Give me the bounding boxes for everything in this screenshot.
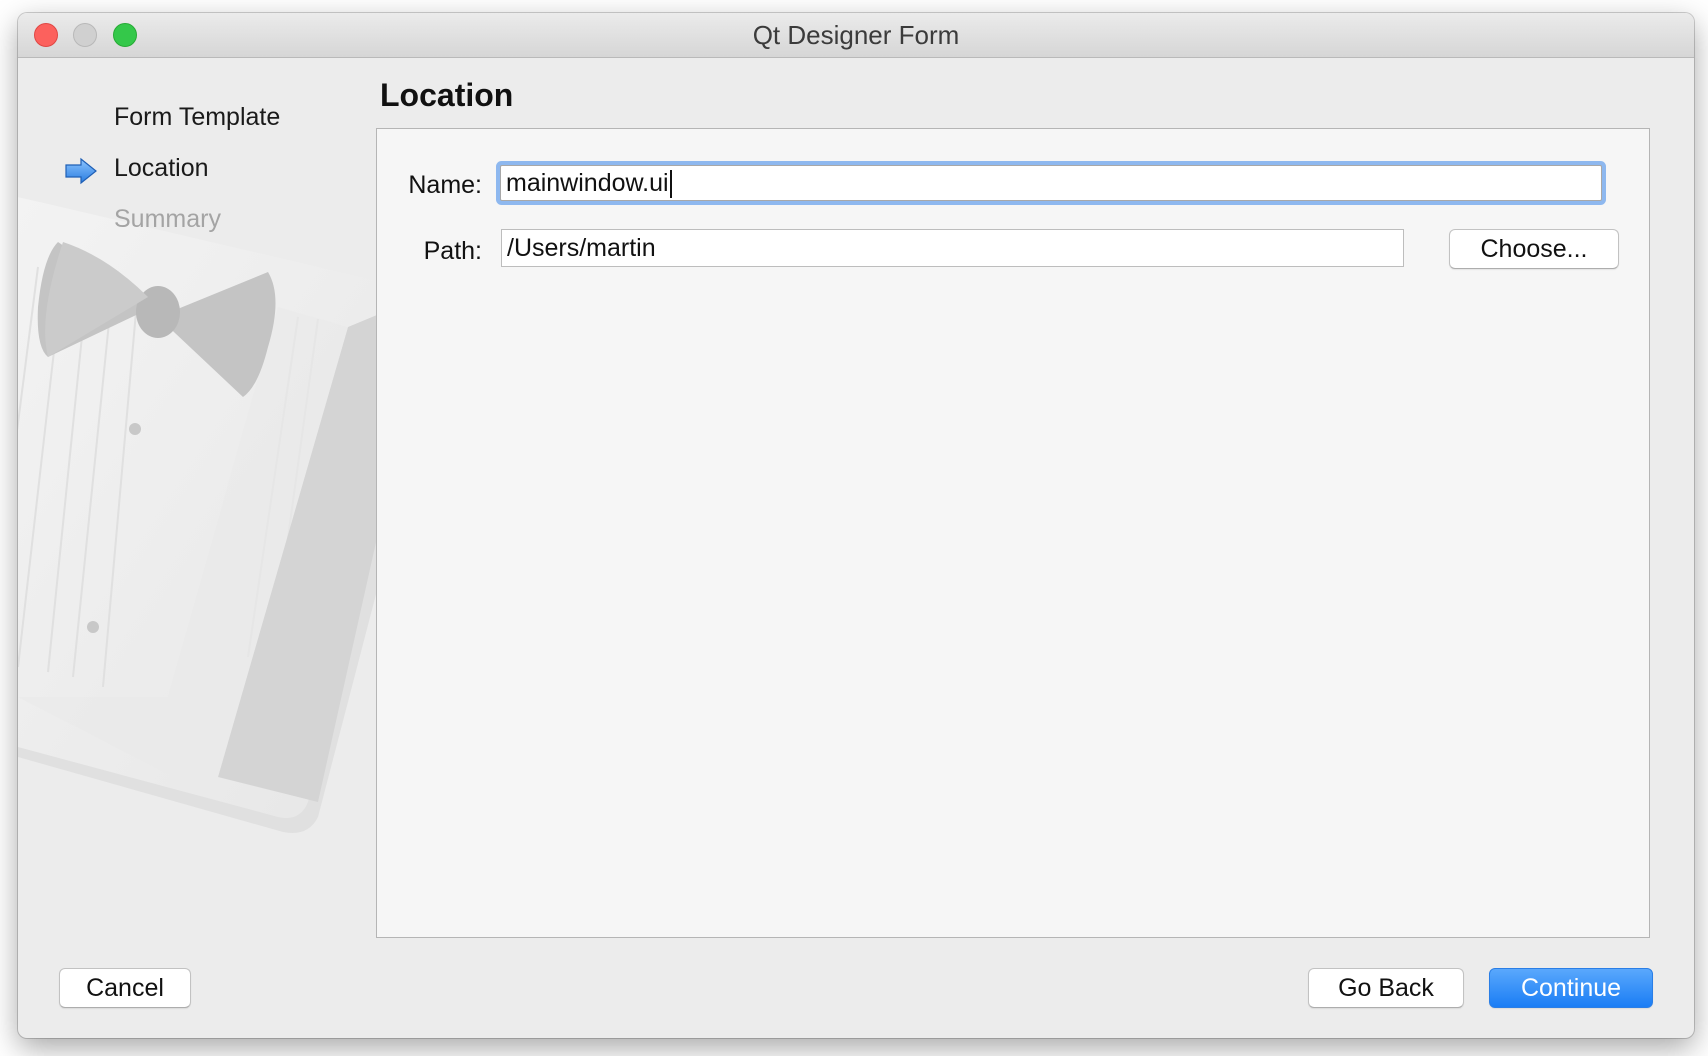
- continue-button[interactable]: Continue: [1489, 968, 1653, 1008]
- right-arrow-icon: [65, 157, 97, 185]
- cancel-button[interactable]: Cancel: [59, 968, 191, 1008]
- wizard-step-location: Location: [114, 154, 209, 182]
- wizard-step-summary: Summary: [114, 205, 221, 233]
- name-field[interactable]: mainwindow.ui: [500, 165, 1602, 201]
- page-title: Location: [380, 77, 514, 113]
- title-bar[interactable]: Qt Designer Form: [18, 13, 1694, 58]
- name-label: Name:: [408, 171, 482, 199]
- path-label: Path:: [423, 237, 482, 265]
- name-field-value: mainwindow.ui: [506, 169, 669, 197]
- path-field[interactable]: /Users/martin: [501, 229, 1404, 267]
- window-title: Qt Designer Form: [752, 20, 960, 50]
- wizard-window: Qt Designer Form Form Template Location …: [18, 13, 1694, 1038]
- wizard-step-form-template: Form Template: [114, 103, 281, 131]
- location-panel: Name: mainwindow.ui Path: /Users/martin …: [376, 128, 1650, 938]
- choose-button[interactable]: Choose...: [1449, 229, 1619, 269]
- text-caret: [669, 170, 672, 199]
- path-field-value: /Users/martin: [507, 234, 656, 262]
- go-back-button[interactable]: Go Back: [1308, 968, 1464, 1008]
